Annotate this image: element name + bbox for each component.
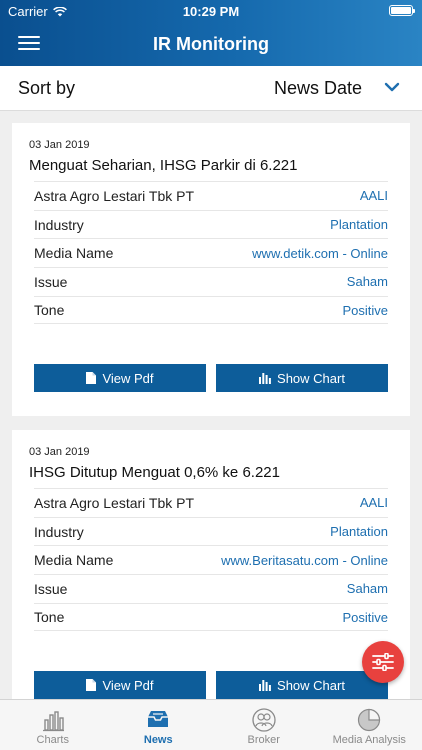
detail-label: Tone — [34, 609, 65, 626]
detail-value: AALI — [359, 188, 388, 204]
tab-label: Media Analysis — [332, 734, 406, 746]
document-icon — [86, 372, 97, 384]
detail-label: Astra Agro Lestari Tbk PT — [34, 187, 195, 204]
detail-row-media: Media Name www.detik.com - Online — [34, 238, 388, 267]
detail-label: Tone — [34, 302, 65, 319]
show-chart-label: Show Chart — [277, 677, 345, 693]
detail-row-company: Astra Agro Lestari Tbk PT AALI — [34, 488, 388, 517]
show-chart-button[interactable]: Show Chart — [216, 364, 388, 392]
clock: 10:29 PM — [182, 4, 240, 19]
detail-value: www.Beritasatu.com - Online — [221, 552, 388, 568]
filter-fab-button[interactable] — [362, 641, 404, 683]
users-icon — [252, 708, 276, 732]
detail-row-industry: Industry Plantation — [34, 209, 388, 239]
detail-row-tone: Tone Positive — [34, 295, 388, 325]
news-date: 03 Jan 2019 — [29, 139, 90, 151]
show-chart-button[interactable]: Show Chart — [216, 671, 388, 699]
detail-label: Media Name — [34, 552, 114, 569]
detail-label: Issue — [34, 580, 68, 597]
detail-value: Plantation — [330, 524, 388, 540]
sort-label: Sort by — [18, 78, 76, 98]
document-icon — [86, 679, 97, 691]
tab-broker[interactable]: Broker — [211, 700, 317, 750]
view-pdf-button[interactable]: View Pdf — [34, 364, 206, 392]
battery-icon — [389, 5, 415, 16]
detail-value: www.detik.com - Online — [252, 245, 388, 261]
detail-label: Media Name — [34, 245, 114, 262]
news-title[interactable]: IHSG Ditutup Menguat 0,6% ke 6.221 — [29, 464, 280, 481]
detail-row-issue: Issue Saham — [34, 574, 388, 603]
battery-level — [391, 7, 411, 14]
tab-media-analysis[interactable]: Media Analysis — [317, 700, 422, 750]
news-date: 03 Jan 2019 — [29, 446, 90, 458]
news-card: 03 Jan 2019 IHSG Ditutup Menguat 0,6% ke… — [12, 430, 410, 720]
tab-label: Broker — [247, 734, 280, 746]
view-pdf-label: View Pdf — [102, 370, 154, 386]
pie-chart-icon — [358, 708, 381, 732]
detail-row-media: Media Name www.Beritasatu.com - Online — [34, 545, 388, 574]
detail-row-tone: Tone Positive — [34, 602, 388, 632]
chevron-down-icon[interactable] — [384, 80, 400, 94]
tab-charts[interactable]: Charts — [0, 700, 106, 750]
detail-row-issue: Issue Saham — [34, 267, 388, 296]
tab-label: Charts — [36, 734, 69, 746]
show-chart-label: Show Chart — [277, 370, 345, 386]
sort-bar: Sort by News Date — [0, 66, 422, 111]
detail-value: Positive — [342, 609, 388, 625]
detail-value: AALI — [359, 495, 388, 511]
bar-chart-icon — [259, 680, 271, 691]
bar-chart-icon — [259, 373, 271, 384]
detail-row-industry: Industry Plantation — [34, 516, 388, 546]
sort-dropdown-value[interactable]: News Date — [274, 78, 362, 99]
detail-value: Plantation — [330, 217, 388, 233]
detail-label: Industry — [34, 523, 84, 540]
detail-label: Astra Agro Lestari Tbk PT — [34, 494, 195, 511]
detail-value: Saham — [346, 581, 388, 597]
page-title: IR Monitoring — [153, 34, 269, 54]
news-details: Astra Agro Lestari Tbk PT AALI Industry … — [34, 181, 388, 325]
inbox-icon — [148, 711, 169, 727]
view-pdf-label: View Pdf — [102, 677, 154, 693]
detail-label: Industry — [34, 216, 84, 233]
detail-value: Positive — [342, 302, 388, 318]
news-card: 03 Jan 2019 Menguat Seharian, IHSG Parki… — [12, 123, 410, 416]
status-bar: Carrier 10:29 PM — [0, 0, 422, 22]
bottom-tab-bar: Charts News Broker Media Analysis — [0, 699, 422, 750]
bar-chart-icon — [42, 711, 64, 732]
tab-label: News — [143, 734, 173, 746]
app-header: Carrier 10:29 PM IR Monitoring — [0, 0, 422, 66]
detail-label: Issue — [34, 273, 68, 290]
filter-sliders-icon — [372, 653, 394, 671]
news-details: Astra Agro Lestari Tbk PT AALI Industry … — [34, 488, 388, 632]
detail-value: Saham — [346, 274, 388, 290]
detail-row-company: Astra Agro Lestari Tbk PT AALI — [34, 181, 388, 210]
news-title[interactable]: Menguat Seharian, IHSG Parkir di 6.221 — [29, 157, 297, 174]
tab-news[interactable]: News — [106, 700, 212, 750]
view-pdf-button[interactable]: View Pdf — [34, 671, 206, 699]
